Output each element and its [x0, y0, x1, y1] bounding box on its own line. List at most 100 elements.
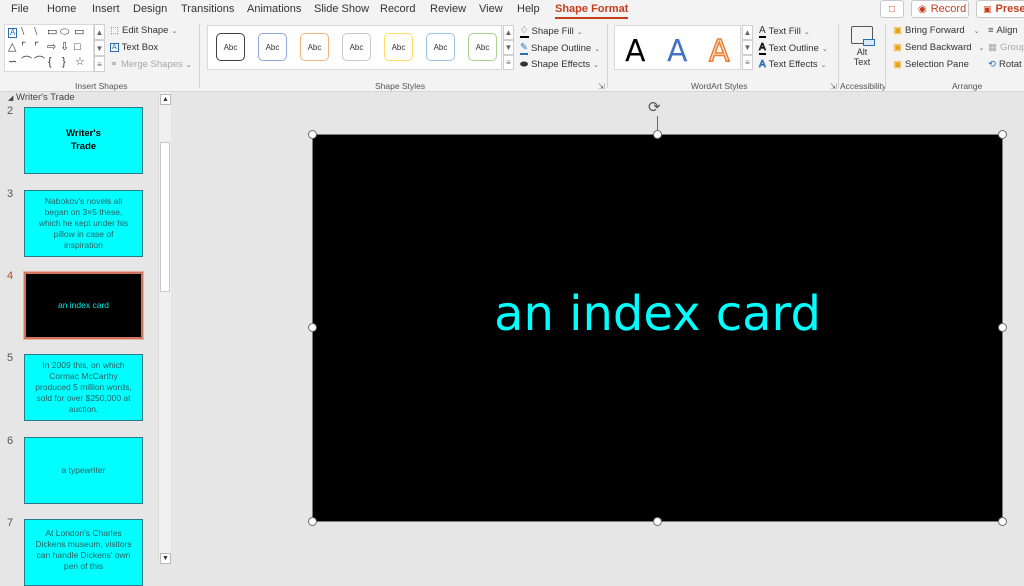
wordart-blue-style[interactable]: A: [667, 34, 688, 69]
wordart-dialog-launcher-icon[interactable]: ⇲: [830, 82, 837, 91]
bring-forward-button[interactable]: ▣ Bring Forward ⌄: [893, 25, 980, 36]
merge-shapes-button[interactable]: ⚭ Merge Shapes ⌄: [110, 59, 192, 70]
scroll-up-button[interactable]: ▲: [160, 94, 171, 105]
selection-pane-button[interactable]: ▣ Selection Pane: [893, 59, 969, 70]
shape-effects-button[interactable]: ⬬ Shape Effects ⌄: [520, 59, 599, 70]
arc-shape-icon[interactable]: ⌒: [21, 57, 32, 68]
tab-help[interactable]: Help: [517, 3, 540, 15]
tab-design[interactable]: Design: [133, 3, 167, 15]
arrow-line-shape-icon[interactable]: ⧵: [34, 27, 37, 38]
alt-text-button[interactable]: Alt Text: [847, 26, 877, 76]
group-button[interactable]: ▦ Group: [988, 42, 1024, 53]
chevron-down-icon[interactable]: ⌄: [979, 44, 985, 52]
rotate-button[interactable]: ⟲ Rotat: [988, 59, 1022, 70]
shapes-scroll-up[interactable]: ▲: [94, 24, 105, 40]
resize-handle-top-left[interactable]: [308, 130, 317, 139]
shape-style-swatch[interactable]: Abc: [258, 33, 287, 61]
star-shape-icon[interactable]: ☆: [75, 57, 85, 68]
resize-handle-left[interactable]: [308, 323, 317, 332]
wordart-scroll-down[interactable]: ▼: [742, 40, 753, 55]
record-button[interactable]: ◉ Record: [911, 0, 969, 18]
down-arrow-shape-icon[interactable]: ⇩: [60, 42, 69, 53]
shapes-scroll-down[interactable]: ▼: [94, 40, 105, 56]
rotate-handle-icon[interactable]: ⟳: [648, 100, 661, 115]
left-brace-shape-icon[interactable]: {: [48, 57, 52, 68]
wordart-orange-outline-style[interactable]: A: [708, 33, 730, 70]
snip-rectangle-shape-icon[interactable]: □: [74, 42, 81, 53]
tab-view[interactable]: View: [479, 3, 503, 15]
rounded-rectangle-shape-icon[interactable]: ▭: [74, 27, 84, 38]
scroll-down-button[interactable]: ▼: [160, 553, 171, 564]
slide-thumbnail-6[interactable]: a typewriter: [24, 437, 143, 504]
shape-style-swatch[interactable]: Abc: [468, 33, 497, 61]
tab-file[interactable]: File: [11, 3, 29, 15]
thumbnail-scrollbar[interactable]: ▲ ▼: [158, 92, 171, 564]
curve-shape-icon[interactable]: ⌒: [34, 57, 45, 68]
slide-text[interactable]: an index card: [494, 286, 821, 342]
line-shape-icon[interactable]: ⧵: [21, 27, 24, 38]
text-fill-button[interactable]: A Text Fill ⌄: [759, 25, 810, 38]
shape-style-swatch[interactable]: Abc: [384, 33, 413, 61]
resize-handle-top[interactable]: [653, 130, 662, 139]
shape-styles-scroll-down[interactable]: ▼: [503, 40, 514, 55]
shape-styles-gallery[interactable]: Abc Abc Abc Abc Abc Abc Abc: [207, 25, 502, 70]
wordart-more[interactable]: ≡: [742, 55, 753, 70]
tab-record[interactable]: Record: [380, 3, 415, 15]
tab-shape-format[interactable]: Shape Format: [555, 3, 629, 19]
present-button[interactable]: ▣ Presen: [976, 0, 1024, 18]
oval-shape-icon[interactable]: ⬭: [60, 27, 69, 38]
tab-transitions[interactable]: Transitions: [181, 3, 234, 15]
shape-style-swatch[interactable]: Abc: [216, 33, 245, 61]
wordart-styles-gallery[interactable]: A A A: [614, 25, 741, 70]
comments-button[interactable]: □: [880, 0, 904, 18]
right-arrow-shape-icon[interactable]: ⇨: [47, 42, 56, 53]
slide-thumbnail-7[interactable]: At London's Charles Dickens museum, visi…: [24, 519, 143, 586]
shape-style-swatch[interactable]: Abc: [426, 33, 455, 61]
edit-shape-button[interactable]: ⬚ Edit Shape ⌄: [110, 25, 177, 36]
elbow-connector-shape-icon[interactable]: ⌜: [21, 42, 26, 53]
tab-animations[interactable]: Animations: [247, 3, 301, 15]
text-outline-button[interactable]: A Text Outline ⌄: [759, 42, 828, 55]
slide-thumbnail-3[interactable]: Nabokov's novels all began on 3×5 these,…: [24, 190, 143, 257]
scrollbar-thumb[interactable]: [160, 142, 170, 292]
tab-review[interactable]: Review: [430, 3, 466, 15]
main-slide-shape[interactable]: an index card: [312, 134, 1003, 522]
resize-handle-bottom-left[interactable]: [308, 517, 317, 526]
text-effects-button[interactable]: A Text Effects ⌄: [759, 59, 827, 71]
section-header[interactable]: ◢ Writer's Trade: [8, 92, 75, 103]
shape-styles-more[interactable]: ≡: [503, 55, 514, 70]
resize-handle-bottom-right[interactable]: [998, 517, 1007, 526]
slide-thumbnail-2[interactable]: Writer's Trade: [24, 107, 143, 174]
resize-handle-bottom[interactable]: [653, 517, 662, 526]
resize-handle-right[interactable]: [998, 323, 1007, 332]
tab-insert[interactable]: Insert: [92, 3, 120, 15]
shape-style-swatch[interactable]: Abc: [300, 33, 329, 61]
resize-handle-top-right[interactable]: [998, 130, 1007, 139]
rectangle-shape-icon[interactable]: ▭: [47, 27, 57, 38]
tab-slide-show[interactable]: Slide Show: [314, 3, 369, 15]
align-button[interactable]: ≡ Align: [988, 25, 1018, 36]
shape-style-swatch[interactable]: Abc: [342, 33, 371, 61]
right-brace-shape-icon[interactable]: }: [62, 57, 66, 68]
text-outline-icon: A: [759, 42, 766, 55]
alt-text-label-line1: Alt: [856, 47, 868, 57]
triangle-shape-icon[interactable]: △: [8, 42, 16, 53]
send-backward-button[interactable]: ▣ Send Backward ⌄: [893, 42, 984, 53]
elbow-arrow-shape-icon[interactable]: ⌜: [34, 42, 39, 53]
shapes-more[interactable]: ≡: [94, 56, 105, 72]
shapes-gallery[interactable]: A ⧵ ⧵ ▭ ⬭ ▭ △ ⌜ ⌜ ⇨ ⇩ □ ∽ ⌒ ⌒ { } ☆: [4, 24, 94, 72]
chevron-down-icon[interactable]: ⌄: [974, 27, 980, 35]
shape-outline-label: Shape Outline: [530, 43, 592, 54]
slide-thumbnail-4[interactable]: an index card: [24, 272, 143, 339]
shape-styles-dialog-launcher-icon[interactable]: ⇲: [598, 82, 605, 91]
text-box-button[interactable]: A Text Box: [110, 42, 158, 53]
slide-thumbnail-5[interactable]: In 2009 this, on which Cormac McCarthy p…: [24, 354, 143, 421]
shape-styles-scroll-up[interactable]: ▲: [503, 25, 514, 40]
wordart-black-style[interactable]: A: [625, 34, 646, 69]
shape-fill-button[interactable]: ♢ Shape Fill ⌄: [520, 25, 583, 38]
freeform-shape-icon[interactable]: ∽: [8, 57, 17, 68]
tab-home[interactable]: Home: [47, 3, 76, 15]
wordart-scroll-up[interactable]: ▲: [742, 25, 753, 40]
shape-outline-button[interactable]: ✎ Shape Outline ⌄: [520, 42, 600, 55]
text-box-shape-icon[interactable]: A: [8, 28, 18, 38]
